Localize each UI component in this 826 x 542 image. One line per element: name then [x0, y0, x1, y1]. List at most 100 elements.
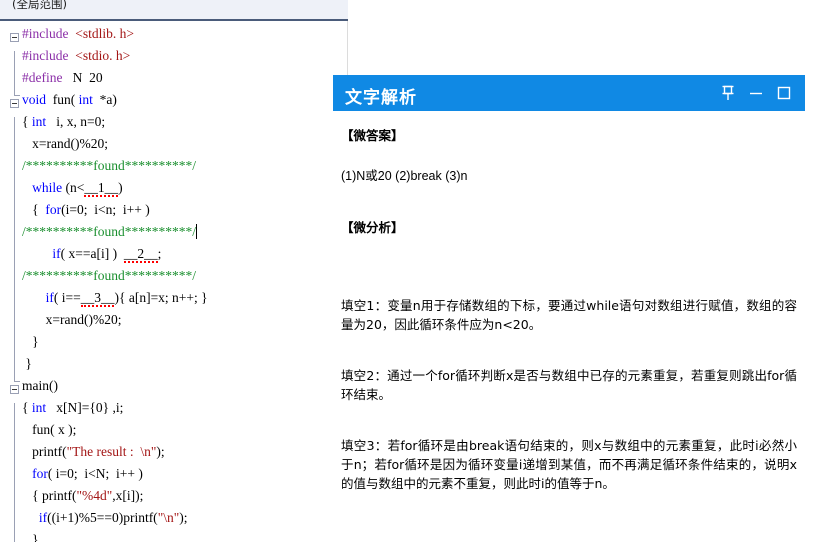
code-line: { int x[N]={0} ,i; — [0, 397, 347, 419]
code-token: { — [22, 114, 32, 129]
code-token: } — [22, 532, 39, 542]
code-lines: #include <stdlib. h> #include <stdio. h> #… — [0, 23, 347, 542]
analysis-window: 文字解析 【微答案】 (1)N或20 (2)break (3)n 【微分析】 填… — [333, 75, 805, 542]
code-token: ) — [118, 180, 123, 195]
scope-label: (全局范围) — [12, 0, 67, 11]
code-line: #define N 20 — [0, 67, 347, 89]
code-token: (n< — [62, 180, 85, 195]
code-token: ; — [157, 246, 162, 261]
code-token: main() — [22, 378, 58, 393]
code-token: x=rand()%20; — [22, 136, 108, 151]
code-line: printf("The result : \n"); — [0, 441, 347, 463]
code-token: int — [31, 114, 47, 129]
code-line: /**********found**********/ — [0, 155, 347, 177]
code-token: *a) — [92, 92, 117, 107]
code-token: ( i=0; i<N; i++ ) — [47, 466, 143, 481]
code-line: { printf("%4d",x[i]); — [0, 485, 347, 507]
code-editor-pane: (全局范围) #include <stdlib. h> #include <std… — [0, 0, 348, 542]
analysis-window-title: 文字解析 — [345, 88, 417, 108]
code-line: { for(i=0; i<n; i++ ) — [0, 199, 347, 221]
code-text-area[interactable]: #include <stdlib. h> #include <stdio. h> #… — [0, 23, 347, 542]
code-token: x[N]={0} ,i; — [46, 400, 124, 415]
code-token: <stdio. h> — [75, 48, 131, 63]
analysis-content: 【微答案】 (1)N或20 (2)break (3)n 【微分析】 填空1：变量… — [333, 111, 805, 542]
code-token: for — [32, 466, 48, 481]
answer-blank: __2__ — [123, 246, 158, 263]
code-token: x=rand()%20; — [22, 312, 122, 327]
code-line: #include <stdio. h> — [0, 45, 347, 67]
code-line: while (n<__1__) — [0, 177, 347, 199]
code-token: int — [31, 400, 47, 415]
maximize-icon-svg — [777, 86, 791, 100]
code-line: x=rand()%20; — [0, 133, 347, 155]
code-line: /**********found**********/ — [0, 265, 347, 287]
code-token: { — [22, 400, 32, 415]
code-token: ); — [179, 510, 188, 525]
code-line: x=rand()%20; — [0, 309, 347, 331]
code-token: void — [22, 92, 47, 107]
code-line: if( i==__3__){ a[n]=x; n++; } — [0, 287, 347, 309]
code-token: "\n" — [157, 510, 180, 525]
code-token: #include — [22, 48, 69, 63]
code-token: if — [52, 246, 61, 261]
code-line: #include <stdlib. h> — [0, 23, 347, 45]
answer-heading: 【微答案】 — [341, 128, 404, 143]
explain-paragraph-2: 填空2：通过一个for循环判断x是否与数组中已存的元素重复，若重复则跳出for循… — [341, 368, 797, 402]
answer-blank: __1__ — [84, 180, 119, 197]
minimize-icon[interactable] — [747, 84, 765, 102]
code-token: } — [22, 356, 32, 371]
code-token: ( i== — [53, 290, 81, 305]
code-line: if( x==a[i] ) __2__; — [0, 243, 347, 265]
pin-icon[interactable] — [719, 84, 737, 102]
pin-icon-svg — [722, 85, 734, 100]
code-token: <stdlib. h> — [75, 26, 134, 41]
code-token: { printf( — [22, 488, 77, 503]
text-caret — [196, 224, 197, 239]
code-line: fun( x ); — [0, 419, 347, 441]
answer-text: (1)N或20 (2)break (3)n — [341, 169, 468, 183]
code-line: void fun( int *a) — [0, 89, 347, 111]
code-token: N 20 — [62, 70, 103, 85]
code-token: if — [38, 510, 48, 525]
code-token: "The result : \n" — [66, 444, 157, 459]
code-token: while — [32, 180, 63, 195]
analysis-titlebar[interactable]: 文字解析 — [333, 75, 805, 111]
code-token: #include — [22, 26, 69, 41]
code-token: i, x, n=0; — [46, 114, 106, 129]
code-token: ((i+1)%5==0)printf( — [47, 510, 158, 525]
code-line: if((i+1)%5==0)printf("\n"); — [0, 507, 347, 529]
code-line: } — [0, 529, 347, 542]
explain-paragraph-3: 填空3：若for循环是由break语句结束的，则x与数组中的元素重复，此时i必然… — [341, 438, 797, 491]
code-token: printf( — [22, 444, 67, 459]
code-token: #define — [22, 70, 63, 85]
explain-paragraph-1: 填空1：变量n用于存储数组的下标，要通过while语句对数组进行赋值，数组的容量… — [341, 298, 797, 332]
code-line: } — [0, 331, 347, 353]
minimize-icon-svg — [750, 92, 762, 95]
code-token: (i=0; i<n; i++ ) — [61, 202, 150, 217]
code-token: /**********found**********/ — [22, 158, 196, 173]
maximize-icon[interactable] — [775, 84, 793, 102]
code-line: /**********found**********/ — [0, 221, 347, 243]
code-token: ){ a[n]=x; n++; } — [114, 290, 208, 305]
code-line: main() — [0, 375, 347, 397]
code-token: fun( — [46, 92, 79, 107]
code-token: /**********found**********/ — [22, 268, 196, 283]
scope-dropdown-bar[interactable]: (全局范围) — [0, 0, 348, 21]
code-token: ); — [156, 444, 165, 459]
answer-blank: __3__ — [80, 290, 115, 307]
code-line: { int i, x, n=0; — [0, 111, 347, 133]
code-token: fun( x ); — [22, 422, 77, 437]
code-line: } — [0, 353, 347, 375]
code-line: for( i=0; i<N; i++ ) — [0, 463, 347, 485]
code-token: ,x[i]); — [112, 488, 144, 503]
code-token: } — [22, 334, 39, 349]
explain-heading: 【微分析】 — [341, 220, 404, 235]
code-token: if — [45, 290, 54, 305]
code-token: int — [78, 92, 93, 107]
code-token: /**********found**********/ — [22, 224, 196, 239]
